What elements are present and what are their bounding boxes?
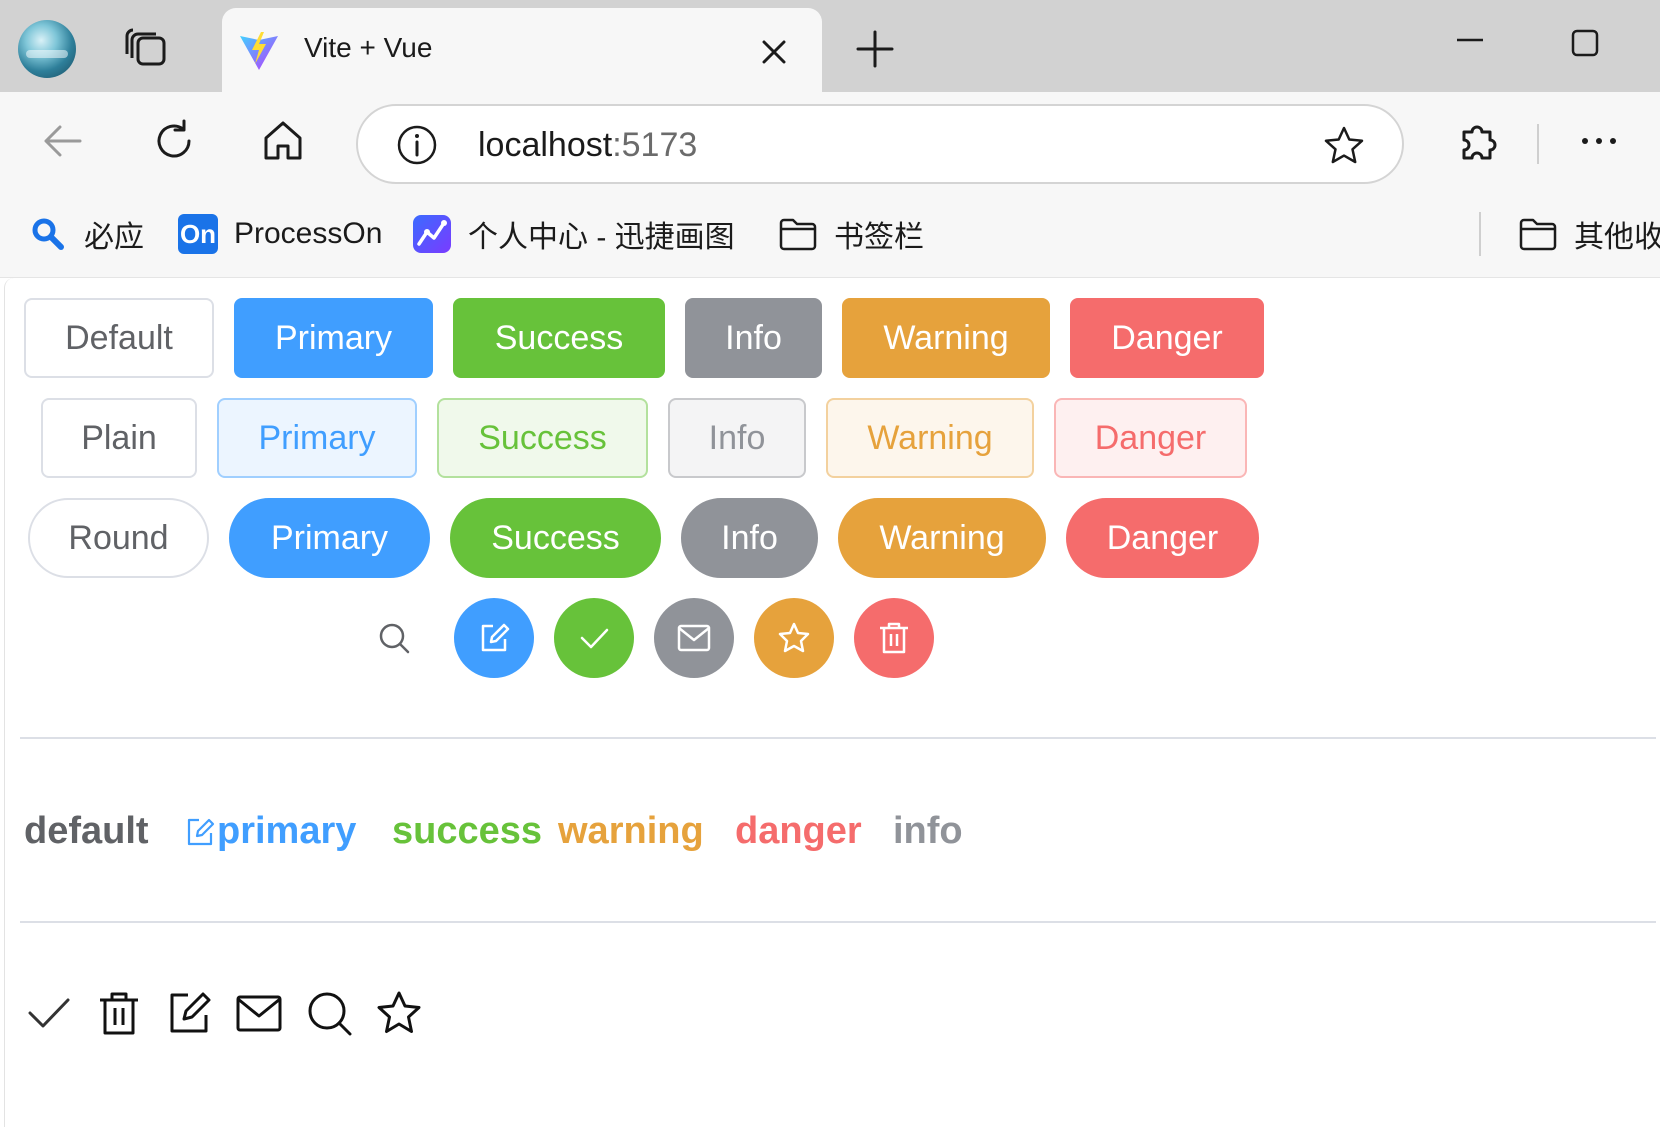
more-options-icon[interactable]	[1576, 118, 1622, 164]
delete-icon	[100, 992, 138, 1035]
round-primary-button[interactable]: Primary	[229, 498, 430, 578]
tab-actions-icon[interactable]	[124, 28, 170, 72]
check-icon	[580, 628, 609, 649]
edit-icon	[187, 818, 215, 845]
message-icon	[236, 995, 282, 1032]
bookmarks-separator	[1479, 212, 1481, 256]
minimize-icon[interactable]	[1455, 28, 1485, 58]
bookmark-folder-bar[interactable]: 书签栏	[778, 212, 924, 256]
round-info-button[interactable]: Info	[681, 498, 818, 578]
delete-circle-button[interactable]	[854, 598, 934, 678]
plain-info-button[interactable]: Info	[668, 398, 806, 478]
folder-icon	[779, 218, 817, 251]
tab-vite-vue[interactable]: Vite + Vue	[222, 8, 822, 92]
warning-button[interactable]: Warning	[842, 298, 1050, 378]
message-icon	[677, 624, 711, 652]
default-button[interactable]: Default	[24, 298, 214, 378]
edit-icon	[170, 992, 211, 1033]
bookmark-xunjie[interactable]: 个人中心 - 迅捷画图	[412, 212, 735, 256]
bookmark-other-folder[interactable]: 其他收	[1518, 212, 1660, 256]
round-success-button[interactable]: Success	[450, 498, 661, 578]
round-warning-button[interactable]: Warning	[838, 498, 1046, 578]
round-danger-button[interactable]: Danger	[1066, 498, 1259, 578]
back-arrow-icon[interactable]	[40, 118, 86, 164]
link-primary-label: primary	[217, 810, 357, 852]
bookmark-processon[interactable]: On ProcessOn	[178, 212, 382, 256]
plain-warning-button[interactable]: Warning	[826, 398, 1034, 478]
delete-icon	[880, 622, 908, 654]
round-button[interactable]: Round	[28, 498, 209, 578]
bookmark-label: ProcessOn	[234, 217, 383, 250]
link-info[interactable]: info	[893, 810, 963, 853]
plain-danger-button[interactable]: Danger	[1054, 398, 1247, 478]
link-danger[interactable]: danger	[735, 810, 862, 853]
message-circle-button[interactable]	[654, 598, 734, 678]
edit-icon	[481, 623, 510, 652]
link-warning[interactable]: warning	[558, 810, 704, 853]
close-tab-icon[interactable]	[760, 38, 788, 66]
browser-toolbar: localhost:5173	[0, 92, 1660, 192]
chart-icon	[413, 215, 451, 253]
bookmark-bing[interactable]: 必应	[28, 212, 144, 256]
plain-success-button[interactable]: Success	[437, 398, 648, 478]
toolbar-separator	[1537, 124, 1539, 164]
primary-button[interactable]: Primary	[234, 298, 433, 378]
check-circle-button[interactable]	[554, 598, 634, 678]
processon-icon: On	[178, 214, 218, 254]
danger-button[interactable]: Danger	[1070, 298, 1264, 378]
url-port: :5173	[612, 126, 698, 164]
tab-title: Vite + Vue	[304, 32, 433, 63]
search-circle-button[interactable]	[354, 598, 434, 678]
link-default[interactable]: default	[24, 810, 149, 853]
title-bar: Vite + Vue	[0, 0, 1660, 92]
plain-button[interactable]: Plain	[41, 398, 197, 478]
bookmark-label: 个人中心 - 迅捷画图	[468, 221, 735, 254]
edit-circle-button[interactable]	[454, 598, 534, 678]
star-icon	[778, 622, 810, 653]
bookmark-label: 必应	[84, 221, 144, 254]
home-icon[interactable]	[260, 118, 306, 164]
plain-primary-button[interactable]: Primary	[217, 398, 417, 478]
extensions-puzzle-icon[interactable]	[1454, 118, 1500, 164]
search-icon	[308, 992, 352, 1036]
url-text[interactable]: localhost:5173	[478, 126, 697, 165]
search-icon	[379, 623, 410, 654]
favorite-star-icon[interactable]	[1322, 124, 1366, 168]
check-icon	[28, 998, 70, 1028]
link-success[interactable]: success	[392, 810, 542, 853]
address-bar[interactable]: localhost:5173	[356, 104, 1404, 184]
site-info-icon[interactable]	[396, 124, 438, 166]
star-circle-button[interactable]	[754, 598, 834, 678]
link-primary[interactable]: primary	[185, 810, 356, 853]
divider	[20, 737, 1656, 739]
bookmark-label: 书签栏	[834, 221, 924, 254]
new-tab-icon[interactable]	[856, 30, 894, 68]
profile-avatar[interactable]	[18, 20, 76, 78]
bookmarks-bar: 必应 On ProcessOn 个人中心 - 迅捷画图 书签栏 其他收	[0, 192, 1660, 278]
url-host: localhost	[478, 126, 613, 164]
vite-logo-icon	[240, 32, 278, 70]
folder-icon	[1519, 218, 1557, 251]
search-icon	[32, 218, 64, 250]
star-icon	[377, 991, 421, 1033]
success-button[interactable]: Success	[453, 298, 665, 378]
info-button[interactable]: Info	[685, 298, 822, 378]
bookmark-label: 其他收	[1574, 221, 1660, 254]
divider	[20, 921, 1656, 923]
maximize-icon[interactable]	[1570, 28, 1600, 58]
refresh-icon[interactable]	[151, 118, 197, 164]
